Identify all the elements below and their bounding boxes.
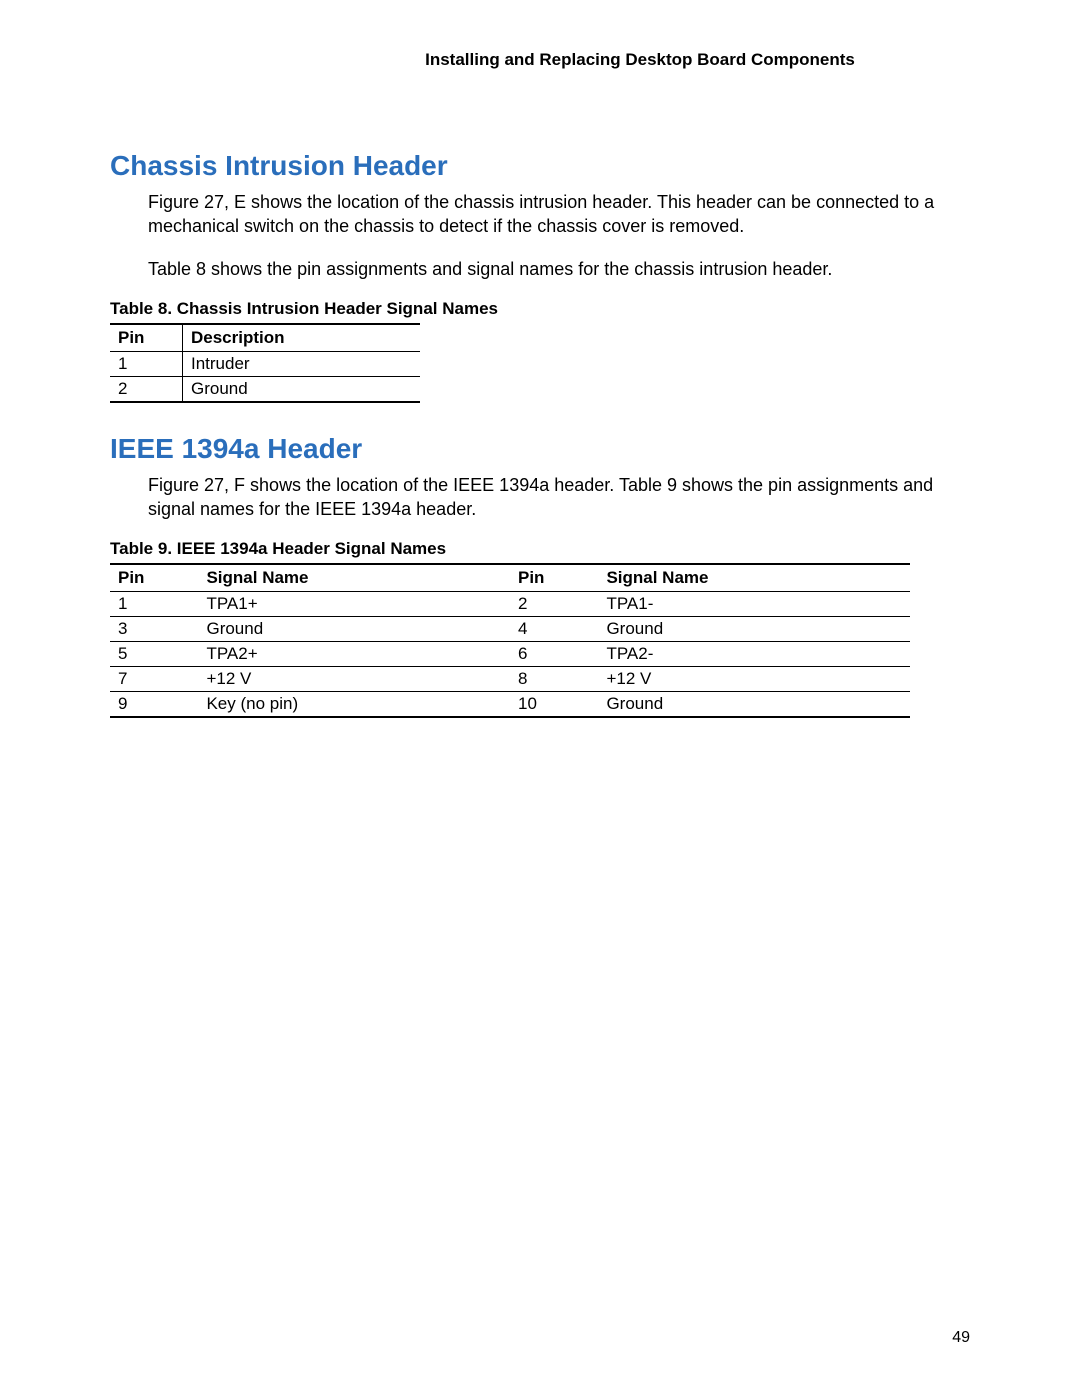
table-row: 9Key (no pin)10Ground [110, 692, 910, 718]
table-header-signal: Signal Name [598, 564, 910, 592]
cell-pin: 2 [510, 592, 598, 617]
cell-pin: 5 [110, 642, 198, 667]
table-header-desc: Description [183, 324, 421, 352]
table-row: 7+12 V8+12 V [110, 667, 910, 692]
cell-pin: 4 [510, 617, 598, 642]
cell-pin: 1 [110, 351, 183, 376]
cell-desc: Ground [183, 376, 421, 402]
cell-pin: 9 [110, 692, 198, 718]
cell-signal: TPA2- [598, 642, 910, 667]
table-row: 5TPA2+6TPA2- [110, 642, 910, 667]
paragraph: Figure 27, F shows the location of the I… [148, 473, 970, 522]
table-row: 1TPA1+2TPA1- [110, 592, 910, 617]
cell-signal: Ground [598, 692, 910, 718]
table-header-pin: Pin [110, 324, 183, 352]
section-heading-ieee1394a: IEEE 1394a Header [110, 433, 970, 465]
cell-pin: 3 [110, 617, 198, 642]
cell-pin: 7 [110, 667, 198, 692]
table-9: Pin Signal Name Pin Signal Name 1TPA1+2T… [110, 563, 910, 718]
table-caption-8: Table 8. Chassis Intrusion Header Signal… [110, 299, 970, 319]
cell-pin: 6 [510, 642, 598, 667]
table-header-pin: Pin [110, 564, 198, 592]
cell-signal: Ground [198, 617, 510, 642]
table-row: 2Ground [110, 376, 420, 402]
table-header-signal: Signal Name [198, 564, 510, 592]
cell-signal: +12 V [198, 667, 510, 692]
cell-pin: 2 [110, 376, 183, 402]
table-8: Pin Description 1Intruder2Ground [110, 323, 420, 403]
table-header-pin: Pin [510, 564, 598, 592]
cell-signal: TPA2+ [198, 642, 510, 667]
cell-signal: Ground [598, 617, 910, 642]
cell-pin: 1 [110, 592, 198, 617]
table-caption-9: Table 9. IEEE 1394a Header Signal Names [110, 539, 970, 559]
cell-pin: 8 [510, 667, 598, 692]
table-row: 3Ground4Ground [110, 617, 910, 642]
cell-desc: Intruder [183, 351, 421, 376]
page-number: 49 [952, 1329, 970, 1347]
cell-signal: TPA1- [598, 592, 910, 617]
running-header: Installing and Replacing Desktop Board C… [110, 50, 970, 70]
cell-signal: Key (no pin) [198, 692, 510, 718]
paragraph: Table 8 shows the pin assignments and si… [148, 257, 970, 281]
section-heading-chassis: Chassis Intrusion Header [110, 150, 970, 182]
paragraph: Figure 27, E shows the location of the c… [148, 190, 970, 239]
cell-signal: TPA1+ [198, 592, 510, 617]
cell-signal: +12 V [598, 667, 910, 692]
cell-pin: 10 [510, 692, 598, 718]
table-row: 1Intruder [110, 351, 420, 376]
